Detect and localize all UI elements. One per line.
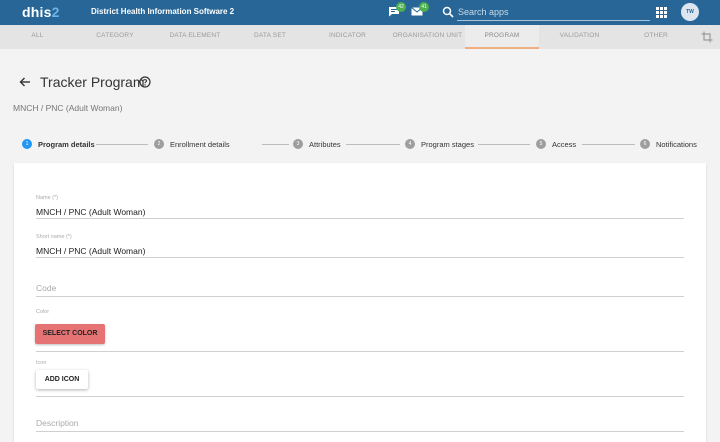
name-underline [36, 218, 684, 219]
code-field[interactable]: Code [36, 283, 56, 293]
section-tabs: ALL CATEGORY DATA ELEMENT DATA SET INDIC… [0, 25, 720, 49]
tab-data-set[interactable]: DATA SET [235, 25, 305, 49]
code-underline [36, 296, 684, 297]
step-number: 4 [405, 139, 415, 149]
step-number: 1 [22, 139, 32, 149]
short-name-underline [36, 257, 684, 258]
step-label: Program stages [421, 139, 474, 149]
app-title: District Health Information Software 2 [91, 7, 235, 16]
step-enrollment-details[interactable]: 2 Enrollment details [154, 138, 230, 150]
step-number: 2 [154, 139, 164, 149]
stepper-connector [346, 144, 400, 145]
logo-text: dhis [22, 4, 52, 20]
tab-other[interactable]: OTHER [620, 25, 692, 49]
stepper-connector [262, 144, 289, 145]
step-label: Enrollment details [170, 139, 230, 149]
tab-all[interactable]: ALL [0, 25, 75, 49]
step-program-stages[interactable]: 4 Program stages [405, 138, 474, 150]
name-field[interactable]: MNCH / PNC (Adult Woman) [36, 207, 145, 217]
name-label: Name (*) [36, 195, 59, 201]
icon-label: Icon [36, 360, 47, 366]
tab-validation[interactable]: VALIDATION [539, 25, 620, 49]
tab-program[interactable]: PROGRAM [465, 25, 539, 49]
step-program-details[interactable]: 1 Program details [22, 138, 95, 150]
step-number: 5 [536, 139, 546, 149]
stepper-connector [96, 144, 148, 145]
tab-organisation-unit[interactable]: ORGANISATION UNIT [390, 25, 465, 49]
page-title: Tracker Program [40, 74, 145, 90]
crop-icon[interactable] [701, 31, 713, 43]
step-label: Attributes [309, 139, 341, 149]
step-attributes[interactable]: 3 Attributes [293, 138, 341, 150]
step-number: 3 [293, 139, 303, 149]
step-notifications[interactable]: 6 Notifications [640, 138, 697, 150]
interpretations-badge: 41 [419, 2, 429, 12]
description-field[interactable]: Description [36, 418, 79, 428]
messages-badge: 42 [396, 2, 406, 12]
program-details-form: Name (*) MNCH / PNC (Adult Woman) Short … [14, 163, 706, 442]
short-name-field[interactable]: MNCH / PNC (Adult Woman) [36, 246, 145, 256]
description-underline [36, 431, 684, 432]
icon-underline [36, 396, 684, 397]
back-arrow-icon[interactable] [19, 76, 31, 88]
stepper-connector [582, 144, 635, 145]
apps-grid-icon[interactable] [656, 7, 667, 18]
step-label: Access [552, 139, 577, 149]
short-name-label: Short name (*) [36, 234, 72, 240]
tab-indicator[interactable]: INDICATOR [305, 25, 390, 49]
page-subtitle: MNCH / PNC (Adult Woman) [13, 103, 123, 113]
help-icon[interactable] [139, 76, 151, 88]
tab-category[interactable]: CATEGORY [75, 25, 155, 49]
step-access[interactable]: 5 Access [536, 138, 576, 150]
color-underline [36, 351, 684, 352]
step-label: Program details [38, 139, 95, 149]
tab-data-element[interactable]: DATA ELEMENT [155, 25, 235, 49]
select-color-button[interactable]: SELECT COLOR [35, 324, 105, 344]
search-icon [442, 6, 454, 18]
stepper-connector [478, 144, 530, 145]
add-icon-button[interactable]: ADD ICON [36, 370, 88, 389]
search-apps-input[interactable] [457, 4, 650, 21]
color-label: Color [36, 309, 50, 315]
logo-number: 2 [51, 4, 60, 20]
user-avatar[interactable]: TW [681, 3, 699, 21]
step-number: 6 [640, 139, 650, 149]
header-bar: dhis2 District Health Information Softwa… [0, 0, 720, 25]
dhis2-logo[interactable]: dhis2 [22, 4, 60, 20]
step-label: Notifications [656, 139, 697, 149]
